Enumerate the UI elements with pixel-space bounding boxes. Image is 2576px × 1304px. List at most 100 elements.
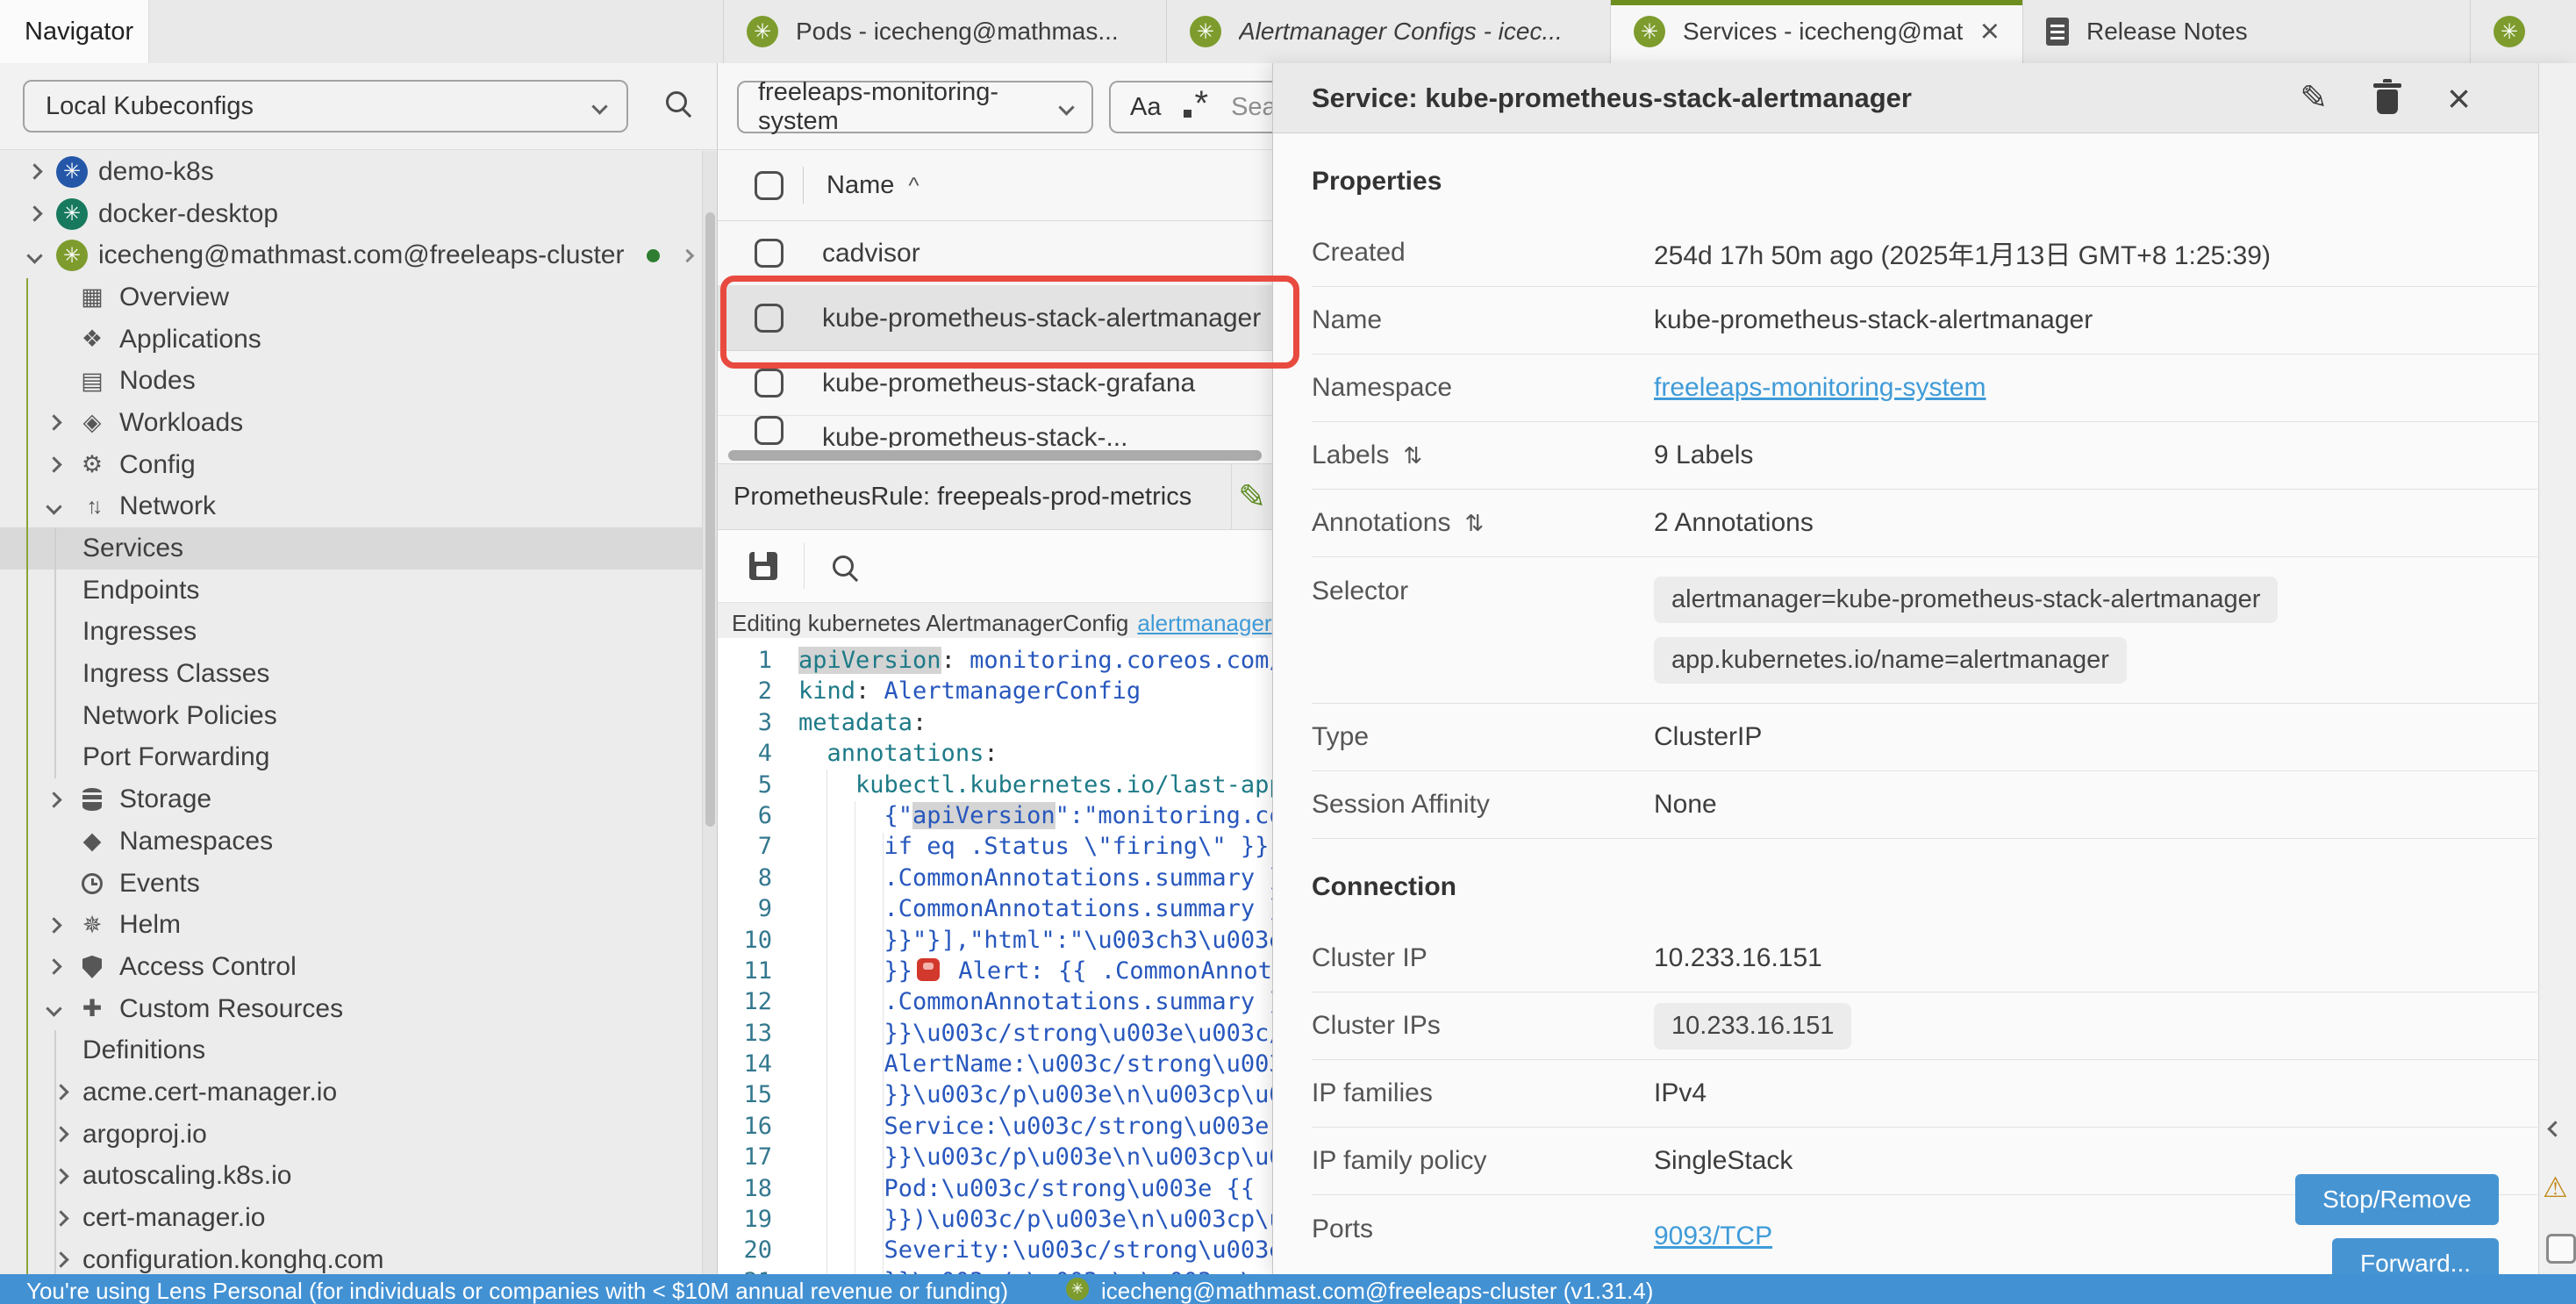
editor-line-10[interactable]: 10 }}"}],"html":"\u003ch3\u003e\u00 xyxy=(718,925,1272,956)
chevron-right-icon[interactable] xyxy=(49,1128,72,1140)
editor-line-18[interactable]: 18 Pod:\u003c/strong\u003e {{ .Com xyxy=(718,1173,1272,1204)
scrollbar-thumb[interactable] xyxy=(728,450,1262,461)
sidebar-item-definitions[interactable]: Definitions xyxy=(0,1029,702,1071)
sidebar-item-namespaces[interactable]: ◆Namespaces xyxy=(0,820,702,863)
chevron-right-icon[interactable] xyxy=(681,248,695,262)
sort-toggle-icon[interactable]: ⇅ xyxy=(1464,510,1484,537)
column-header-name[interactable]: Name ^ xyxy=(826,171,919,200)
delete-service-button[interactable] xyxy=(2377,90,2398,114)
chevron-right-icon[interactable] xyxy=(49,1171,72,1182)
editor-line-12[interactable]: 12 .CommonAnnotations.summary }} xyxy=(718,986,1272,1017)
tab-partial[interactable]: ✳ xyxy=(2470,0,2576,63)
tab-release-notes[interactable]: Release Notes xyxy=(2022,0,2470,63)
sidebar-item-workloads[interactable]: ◈Workloads xyxy=(0,402,702,444)
sidebar-item-overview[interactable]: ▦Overview xyxy=(0,276,702,319)
sidebar-item-ingress-classes[interactable]: Ingress Classes xyxy=(0,653,702,695)
chevron-right-icon[interactable] xyxy=(42,920,65,931)
sidebar-item-events[interactable]: Events xyxy=(0,863,702,905)
sidebar-item-ingresses[interactable]: Ingresses xyxy=(0,612,702,654)
editor-line-4[interactable]: 4 annotations: xyxy=(718,738,1272,769)
scrollbar-thumb[interactable] xyxy=(705,212,715,827)
chevron-right-icon[interactable] xyxy=(42,459,65,470)
sidebar-item-storage[interactable]: Storage xyxy=(0,778,702,820)
sidebar-item-acme-cert-manager-io[interactable]: acme.cert-manager.io xyxy=(0,1071,702,1114)
regex-toggle[interactable]: * xyxy=(1184,88,1208,127)
editor-line-19[interactable]: 19 }})\u003c/p\u003e\n\u003cp\u003 xyxy=(718,1204,1272,1235)
sidebar-item-cert-manager-io[interactable]: cert-manager.io xyxy=(0,1197,702,1239)
editor-line-5[interactable]: 5 kubectl.kubernetes.io/last-applied-con… xyxy=(718,770,1272,800)
clipped-button[interactable] xyxy=(2546,1234,2576,1264)
port-link-9093[interactable]: 9093/TCP xyxy=(1654,1222,1934,1251)
tab-pods-icecheng-mathmas[interactable]: ✳Pods - icecheng@mathmas... xyxy=(723,0,1166,63)
yaml-editor[interactable]: 1apiVersion: monitoring.coreos.com/v12ki… xyxy=(718,638,1272,1274)
navigator-panel-tab[interactable]: Navigator xyxy=(0,0,149,63)
sidebar-item-nodes[interactable]: ▤Nodes xyxy=(0,360,702,402)
sidebar-item-configuration-konghq-com[interactable]: configuration.konghq.com xyxy=(0,1239,702,1274)
editor-line-17[interactable]: 17 }}\u003c/p\u003e\n\u003cp\u003c xyxy=(718,1142,1272,1172)
editor-line-11[interactable]: 11 }} Alert: {{ .CommonAnnotatio xyxy=(718,956,1272,986)
sidebar-item-icecheng-mathmast-com-freeleaps-cluster[interactable]: ✳icecheng@mathmast.com@freeleaps-cluster xyxy=(0,234,702,276)
active-cluster-label[interactable]: icecheng@mathmast.com@freeleaps-cluster … xyxy=(1101,1274,1653,1304)
chevron-right-icon[interactable] xyxy=(49,1086,72,1098)
alertmanagerconfig-link[interactable]: alertmanager xyxy=(1137,610,1271,637)
chevron-down-icon[interactable] xyxy=(42,1003,65,1014)
sidebar-search-button[interactable] xyxy=(666,91,687,117)
sidebar-item-services[interactable]: Services xyxy=(0,527,702,570)
editor-line-21[interactable]: 21 }}\u003c/p\u003e\n\u003cp\u003c xyxy=(718,1266,1272,1274)
editor-line-20[interactable]: 20 Severity:\u003c/strong\u003e { xyxy=(718,1235,1272,1265)
sidebar-item-network-policies[interactable]: Network Policies xyxy=(0,695,702,737)
search-input[interactable]: Aa * Search... xyxy=(1109,81,1272,133)
editor-line-14[interactable]: 14 AlertName:\u003c/strong\u003e { xyxy=(718,1049,1272,1079)
collapse-chevron-icon[interactable] xyxy=(2547,1121,2563,1136)
horizontal-scrollbar[interactable] xyxy=(718,448,1272,463)
editor-line-3[interactable]: 3metadata: xyxy=(718,707,1272,738)
chevron-right-icon[interactable] xyxy=(42,794,65,806)
tab-services-icecheng-math[interactable]: ✳Services - icecheng@math...× xyxy=(1610,0,2022,63)
sidebar-item-demo-k8s[interactable]: ✳demo-k8s xyxy=(0,151,702,193)
editor-line-15[interactable]: 15 }}\u003c/p\u003e\n\u003cp\u003c xyxy=(718,1079,1272,1110)
sidebar-item-docker-desktop[interactable]: ✳docker-desktop xyxy=(0,193,702,235)
chevron-down-icon[interactable] xyxy=(23,250,46,262)
editor-line-8[interactable]: 8 .CommonAnnotations.summary }} xyxy=(718,863,1272,893)
select-all-checkbox[interactable] xyxy=(755,171,784,200)
sidebar-item-config[interactable]: ⚙Config xyxy=(0,444,702,486)
edit-rule-button[interactable]: ✎ xyxy=(1231,464,1272,529)
kubeconfig-selector[interactable]: Local Kubeconfigs xyxy=(23,80,628,133)
chevron-right-icon[interactable] xyxy=(49,1213,72,1224)
sidebar-item-access-control[interactable]: Access Control xyxy=(0,946,702,988)
edit-service-button[interactable]: ✎ xyxy=(2300,78,2328,118)
editor-line-1[interactable]: 1apiVersion: monitoring.coreos.com/v1 xyxy=(718,645,1272,676)
sidebar-item-port-forwarding[interactable]: Port Forwarding xyxy=(0,737,702,779)
row-checkbox[interactable] xyxy=(755,239,784,268)
chevron-down-icon[interactable] xyxy=(42,501,65,512)
editor-line-6[interactable]: 6 {"apiVersion":"monitoring.coreos xyxy=(718,800,1272,831)
sidebar-item-helm[interactable]: ✵Helm xyxy=(0,904,702,946)
table-row-kube-prometheus-stack[interactable]: kube-prometheus-stack-... xyxy=(718,416,1272,448)
search-icon[interactable] xyxy=(833,555,854,577)
editor-line-2[interactable]: 2kind: AlertmanagerConfig xyxy=(718,676,1272,706)
sort-toggle-icon[interactable]: ⇅ xyxy=(1403,442,1422,469)
chevron-right-icon[interactable] xyxy=(42,961,65,972)
warning-icon[interactable]: ⚠ xyxy=(2543,1171,2568,1204)
sidebar-scrollbar[interactable] xyxy=(702,151,718,1274)
stop-remove-button[interactable]: Stop/Remove xyxy=(2295,1174,2499,1225)
editor-line-9[interactable]: 9 .CommonAnnotations.summary }} xyxy=(718,893,1272,924)
sidebar-item-autoscaling-k8s-io[interactable]: autoscaling.k8s.io xyxy=(0,1156,702,1198)
namespace-selector[interactable]: freeleaps-monitoring-system xyxy=(737,81,1093,133)
sidebar-item-applications[interactable]: ❖Applications xyxy=(0,319,702,361)
sidebar-item-custom-resources[interactable]: ✚Custom Resources xyxy=(0,988,702,1030)
tab-alertmanager-configs-icec[interactable]: ✳Alertmanager Configs - icec... xyxy=(1166,0,1610,63)
row-checkbox[interactable] xyxy=(755,416,784,445)
editor-line-16[interactable]: 16 Service:\u003c/strong\u003e {{ xyxy=(718,1111,1272,1142)
chevron-right-icon[interactable] xyxy=(23,166,46,177)
row-checkbox[interactable] xyxy=(755,369,784,398)
save-icon[interactable] xyxy=(749,552,777,580)
sidebar-item-network[interactable]: ↑↓Network xyxy=(0,486,702,528)
close-drawer-button[interactable]: × xyxy=(2447,82,2471,114)
namespace-link[interactable]: freeleaps-monitoring-system xyxy=(1654,373,1986,403)
chevron-right-icon[interactable] xyxy=(49,1254,72,1265)
sidebar-item-endpoints[interactable]: Endpoints xyxy=(0,570,702,612)
match-case-toggle[interactable]: Aa xyxy=(1130,93,1161,122)
close-tab-icon[interactable]: × xyxy=(1980,18,2000,45)
editor-line-7[interactable]: 7 if eq .Status \"firing\" }} xyxy=(718,831,1272,862)
